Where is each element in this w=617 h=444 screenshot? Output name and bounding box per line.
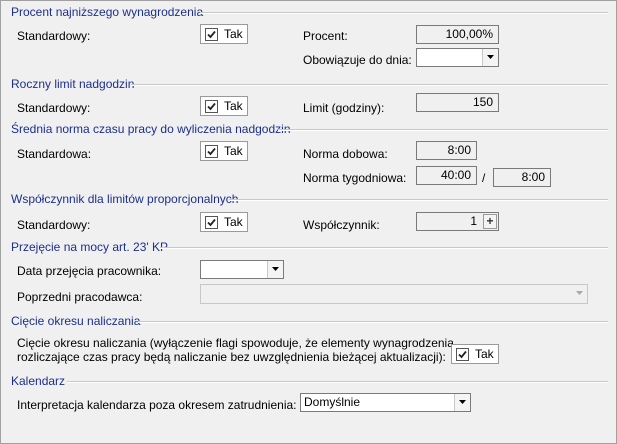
checkbox-label: Tak	[224, 144, 243, 158]
checkbox[interactable]	[456, 348, 469, 361]
section-title-calendar: Kalendarz	[11, 374, 66, 388]
coefficient-value: 1	[470, 214, 477, 228]
valid-until-label: Obowiązuje do dnia:	[303, 53, 412, 67]
section-title-takeover: Przejęcie na mocy art. 23' KP	[11, 240, 169, 254]
section-divider	[229, 199, 608, 201]
min-wage-standard-label: Standardowy:	[17, 29, 91, 43]
coefficient-field: 1 +	[416, 212, 499, 231]
dropdown-arrow-icon[interactable]	[572, 285, 587, 303]
section-divider	[160, 247, 608, 249]
checkbox[interactable]	[205, 216, 218, 229]
section-divider	[200, 12, 608, 14]
checkbox-label: Tak	[224, 99, 243, 113]
section-divider	[278, 129, 608, 131]
checkmark-icon	[458, 350, 467, 359]
weekly-norm-label: Norma tygodniowa:	[303, 171, 407, 185]
coefficient-standard-label: Standardowy:	[17, 218, 91, 232]
cut-period-description-line1: Cięcie okresu naliczania (wyłączenie fla…	[17, 336, 454, 350]
section-title-cut-period: Cięcie okresu naliczania	[11, 314, 141, 328]
overtime-standard-label: Standardowy:	[17, 101, 91, 115]
checkmark-icon	[207, 102, 216, 111]
section-divider	[67, 381, 608, 383]
daily-norm-field: 8:00	[416, 141, 477, 160]
section-title-avg-norm: Średnia norma czasu pracy do wyliczenia …	[11, 122, 291, 136]
checkbox-label: Tak	[224, 27, 243, 41]
avg-norm-standard-checkbox-box[interactable]: Tak	[200, 141, 248, 161]
min-wage-standard-checkbox-box[interactable]: Tak	[200, 24, 248, 44]
checkbox-label: Tak	[224, 215, 243, 229]
checkbox[interactable]	[205, 28, 218, 41]
takeover-date-label: Data przejęcia pracownika:	[17, 264, 162, 278]
section-divider	[131, 84, 608, 86]
checkmark-icon	[207, 147, 216, 156]
percent-value-field: 100,00%	[416, 25, 499, 44]
coefficient-label: Współczynnik:	[303, 218, 380, 232]
cut-period-description-line2: rozliczające czas pracy będą naliczanie …	[17, 350, 446, 364]
checkbox[interactable]	[205, 145, 218, 158]
calendar-interpretation-select[interactable]: Domyślnie	[300, 393, 471, 412]
checkbox[interactable]	[205, 100, 218, 113]
checkbox-label: Tak	[475, 347, 494, 361]
section-title-min-wage: Procent najniższego wynagrodzenia	[11, 5, 204, 19]
section-title-coefficient: Współczynnik dla limitów proporcjonalnyc…	[11, 192, 239, 206]
checkmark-icon	[207, 218, 216, 227]
valid-until-date-picker[interactable]	[416, 48, 499, 67]
coefficient-spin-button[interactable]: +	[483, 214, 497, 229]
overtime-standard-checkbox-box[interactable]: Tak	[200, 96, 248, 116]
checkmark-icon	[207, 30, 216, 39]
prev-employer-select[interactable]	[200, 284, 588, 304]
section-divider	[138, 321, 608, 323]
daily-norm-label: Norma dobowa:	[303, 147, 388, 161]
section-title-overtime-limit: Roczny limit nadgodzin	[11, 77, 135, 91]
limit-hours-label: Limit (godziny):	[303, 101, 385, 115]
takeover-date-picker[interactable]	[200, 260, 284, 279]
dropdown-arrow-icon[interactable]	[454, 394, 470, 411]
dropdown-arrow-icon[interactable]	[267, 261, 283, 278]
calendar-interpretation-label: Interpretacja kalendarza poza okresem za…	[17, 398, 297, 412]
prev-employer-label: Poprzedni pracodawca:	[17, 290, 143, 304]
weekly-norm-separator: /	[482, 171, 486, 185]
weekly-norm-field: 40:00	[416, 166, 477, 185]
limit-hours-field: 150	[416, 93, 499, 112]
avg-norm-standard-label: Standardowa:	[17, 147, 92, 161]
cut-period-checkbox-box[interactable]: Tak	[451, 344, 499, 364]
calendar-interpretation-value: Domyślnie	[304, 395, 361, 409]
percent-label: Procent:	[303, 29, 348, 43]
weekly-norm-field-2: 8:00	[493, 168, 551, 187]
coefficient-standard-checkbox-box[interactable]: Tak	[200, 212, 248, 232]
dropdown-arrow-icon[interactable]	[482, 49, 498, 66]
